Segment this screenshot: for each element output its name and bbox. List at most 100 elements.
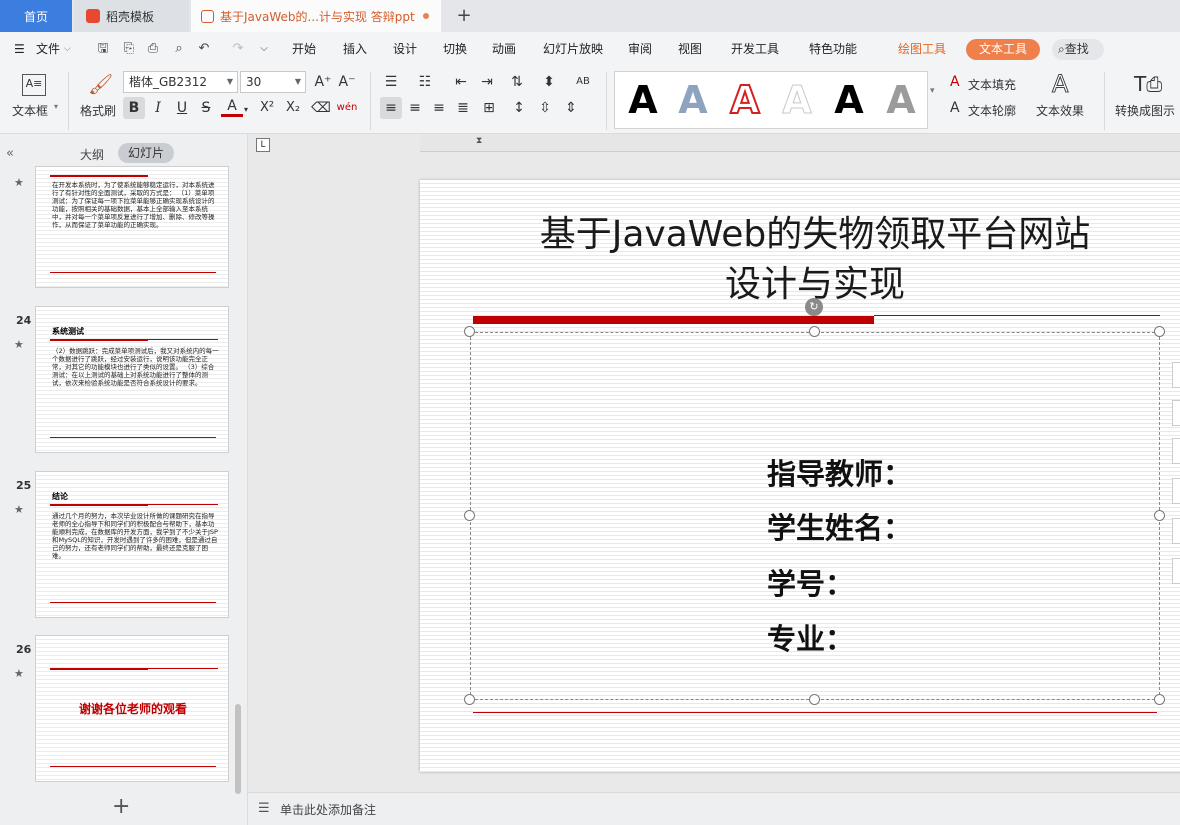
text-effect-icon[interactable]: A xyxy=(1051,70,1068,99)
save-icon[interactable]: 🖫 xyxy=(95,41,111,57)
font-size-select[interactable]: 30 ▼ xyxy=(240,71,306,93)
resize-handle-top-center[interactable] xyxy=(809,326,820,337)
increase-indent-icon[interactable]: ⇥ xyxy=(476,71,498,93)
increase-font-size-icon[interactable]: A⁺ xyxy=(312,71,334,93)
tab-templates[interactable]: 稻壳模板 xyxy=(74,0,189,32)
wordart-style-gray[interactable]: A xyxy=(879,78,923,122)
notes-placeholder[interactable]: 单击此处添加备注 xyxy=(280,801,376,818)
bold-button[interactable]: B xyxy=(123,97,145,119)
line-spacing-icon[interactable]: ↕ xyxy=(508,97,530,119)
subscript-button[interactable]: X₂ xyxy=(282,97,304,119)
resize-handle-middle-left[interactable] xyxy=(464,510,475,521)
wordart-style-black[interactable]: A xyxy=(621,78,665,122)
search-button[interactable]: ⌕查找 xyxy=(1052,39,1104,60)
menu-review[interactable]: 审阅 xyxy=(628,32,652,66)
menu-design[interactable]: 设计 xyxy=(393,32,417,66)
text-fill-icon[interactable]: A xyxy=(950,74,960,90)
add-slide-button[interactable]: + xyxy=(112,794,130,819)
hamburger-menu-icon[interactable]: ☰ xyxy=(14,32,25,66)
bullet-list-icon[interactable]: ☰ xyxy=(380,71,402,93)
slides-tab[interactable]: 幻灯片 xyxy=(118,143,174,163)
convert-to-diagram-icon[interactable]: T⎙ xyxy=(1134,72,1162,96)
paragraph-settings-icon[interactable]: ⇕ xyxy=(560,97,582,119)
wordart-style-white[interactable]: A xyxy=(775,78,819,123)
clear-format-eraser-icon[interactable]: ⌫ xyxy=(310,97,332,119)
resize-handle-middle-right[interactable] xyxy=(1154,510,1165,521)
slide-thumbnail-23[interactable]: 在开发本系统时，为了使系统能够稳定运行，对本系统进行了有针对性的全面测试，采取的… xyxy=(35,166,229,288)
major-label[interactable]: 专业： xyxy=(767,616,854,658)
student-name-label[interactable]: 学生姓名： xyxy=(767,505,912,547)
slide-thumbnail-24[interactable]: 系统测试 （2）数据跳跃：完成菜单项测试后，我又对系统内的每一个数据进行了跳跃，… xyxy=(35,306,229,453)
superscript-button[interactable]: X² xyxy=(256,97,278,119)
decrease-indent-icon[interactable]: ⇤ xyxy=(450,71,472,93)
new-tab-button[interactable]: + xyxy=(452,4,476,28)
slide-canvas[interactable]: 基于JavaWeb的失物领取平台网站 设计与实现 ↻ 指导教师： 学生姓名： 学… xyxy=(420,180,1180,772)
shape-fill-icon[interactable] xyxy=(1172,400,1180,426)
resize-handle-bottom-right[interactable] xyxy=(1154,694,1165,705)
selected-text-box[interactable]: 指导教师： 学生姓名： 学号： 专业： xyxy=(470,332,1160,700)
menu-transitions[interactable]: 切换 xyxy=(443,32,467,66)
collapse-panel-icon[interactable]: « xyxy=(6,146,14,161)
textbox-button[interactable]: 文本框 xyxy=(12,102,48,119)
justify-icon[interactable]: ≣ xyxy=(452,97,474,119)
text-direction-icon[interactable]: ⇅ xyxy=(506,71,528,93)
underline-button[interactable]: U xyxy=(171,97,193,119)
menu-animation[interactable]: 动画 xyxy=(492,32,516,66)
strikethrough-button[interactable]: S xyxy=(195,97,217,119)
menu-drawing-tool[interactable]: 绘图工具 xyxy=(898,32,946,66)
shape-layout-icon[interactable] xyxy=(1172,518,1180,544)
quick-access-more-icon[interactable]: ⌵ xyxy=(256,41,272,57)
text-outline-button[interactable]: 文本轮廓 xyxy=(968,102,1016,119)
align-center-icon[interactable]: ≡ xyxy=(404,97,426,119)
menu-text-tool[interactable]: 文本工具 xyxy=(966,39,1040,60)
outline-tab[interactable]: 大纲 xyxy=(80,146,104,163)
decrease-font-size-icon[interactable]: A⁻ xyxy=(336,71,358,93)
menu-insert[interactable]: 插入 xyxy=(343,32,367,66)
export-icon[interactable]: ⎘ xyxy=(121,41,137,57)
menu-special-features[interactable]: 特色功能 xyxy=(809,32,857,66)
advisor-label[interactable]: 指导教师： xyxy=(767,451,912,493)
resize-handle-bottom-left[interactable] xyxy=(464,694,475,705)
textbox-icon[interactable]: A≡ xyxy=(22,74,46,96)
wordart-style-bluegray[interactable]: A xyxy=(671,78,715,122)
file-dropdown-chevron-icon[interactable]: ⌵ xyxy=(64,32,71,66)
horizontal-ruler[interactable]: ⧗ xyxy=(420,134,1180,152)
numbered-list-icon[interactable]: ☷ xyxy=(414,71,436,93)
shape-effect-icon[interactable] xyxy=(1172,478,1180,504)
format-painter-icon[interactable]: 🖌 xyxy=(88,72,113,96)
redo-icon[interactable]: ↷ xyxy=(230,41,246,57)
tab-current-document[interactable]: 基于JavaWeb的...计与实现 答辩ppt xyxy=(191,0,441,32)
rotate-handle-icon[interactable]: ↻ xyxy=(805,298,823,316)
text-fill-button[interactable]: 文本填充 xyxy=(968,76,1016,93)
slide-title[interactable]: 基于JavaWeb的失物领取平台网站 设计与实现 xyxy=(420,210,1180,310)
wordart-style-red-outline[interactable]: A xyxy=(723,77,767,123)
slide-thumbnail-26[interactable]: 谢谢各位老师的观看 xyxy=(35,635,229,782)
align-right-icon[interactable]: ≡ xyxy=(428,97,450,119)
menu-developer[interactable]: 开发工具 xyxy=(731,32,779,66)
print-icon[interactable]: ⎙ xyxy=(145,41,161,57)
resize-handle-top-left[interactable] xyxy=(464,326,475,337)
convert-to-diagram-button[interactable]: 转换成图示 xyxy=(1115,102,1175,119)
print-preview-icon[interactable]: ⌕ xyxy=(171,41,187,57)
menu-file[interactable]: 文件 xyxy=(36,32,60,66)
columns-icon[interactable]: AB xyxy=(572,71,594,93)
font-color-button[interactable]: A xyxy=(221,97,243,117)
menu-slideshow[interactable]: 幻灯片放映 xyxy=(543,32,603,66)
resize-handle-top-right[interactable] xyxy=(1154,326,1165,337)
menu-view[interactable]: 视图 xyxy=(678,32,702,66)
resize-handle-bottom-center[interactable] xyxy=(809,694,820,705)
align-text-icon[interactable]: ⬍ xyxy=(538,71,560,93)
tab-home[interactable]: 首页 xyxy=(0,0,72,32)
thumbnail-scrollbar[interactable] xyxy=(235,704,241,794)
wordart-style-black-2[interactable]: A xyxy=(827,78,871,122)
shape-more-icon[interactable] xyxy=(1172,558,1180,584)
textbox-dropdown-chevron-icon[interactable]: ▾ xyxy=(54,102,58,111)
ruler-indent-marker[interactable]: ⧗ xyxy=(476,136,482,146)
shape-outline-icon[interactable] xyxy=(1172,438,1180,464)
text-effect-button[interactable]: 文本效果 xyxy=(1036,102,1084,119)
slide-thumbnail-25[interactable]: 结论 通过几个月的努力，本次毕业设计所做的课题研究在指导老师的全心指导下和同学们… xyxy=(35,471,229,618)
menu-start[interactable]: 开始 xyxy=(292,32,316,66)
shape-style-icon[interactable] xyxy=(1172,362,1180,388)
text-outline-icon[interactable]: A xyxy=(950,100,960,116)
italic-button[interactable]: I xyxy=(147,97,169,119)
